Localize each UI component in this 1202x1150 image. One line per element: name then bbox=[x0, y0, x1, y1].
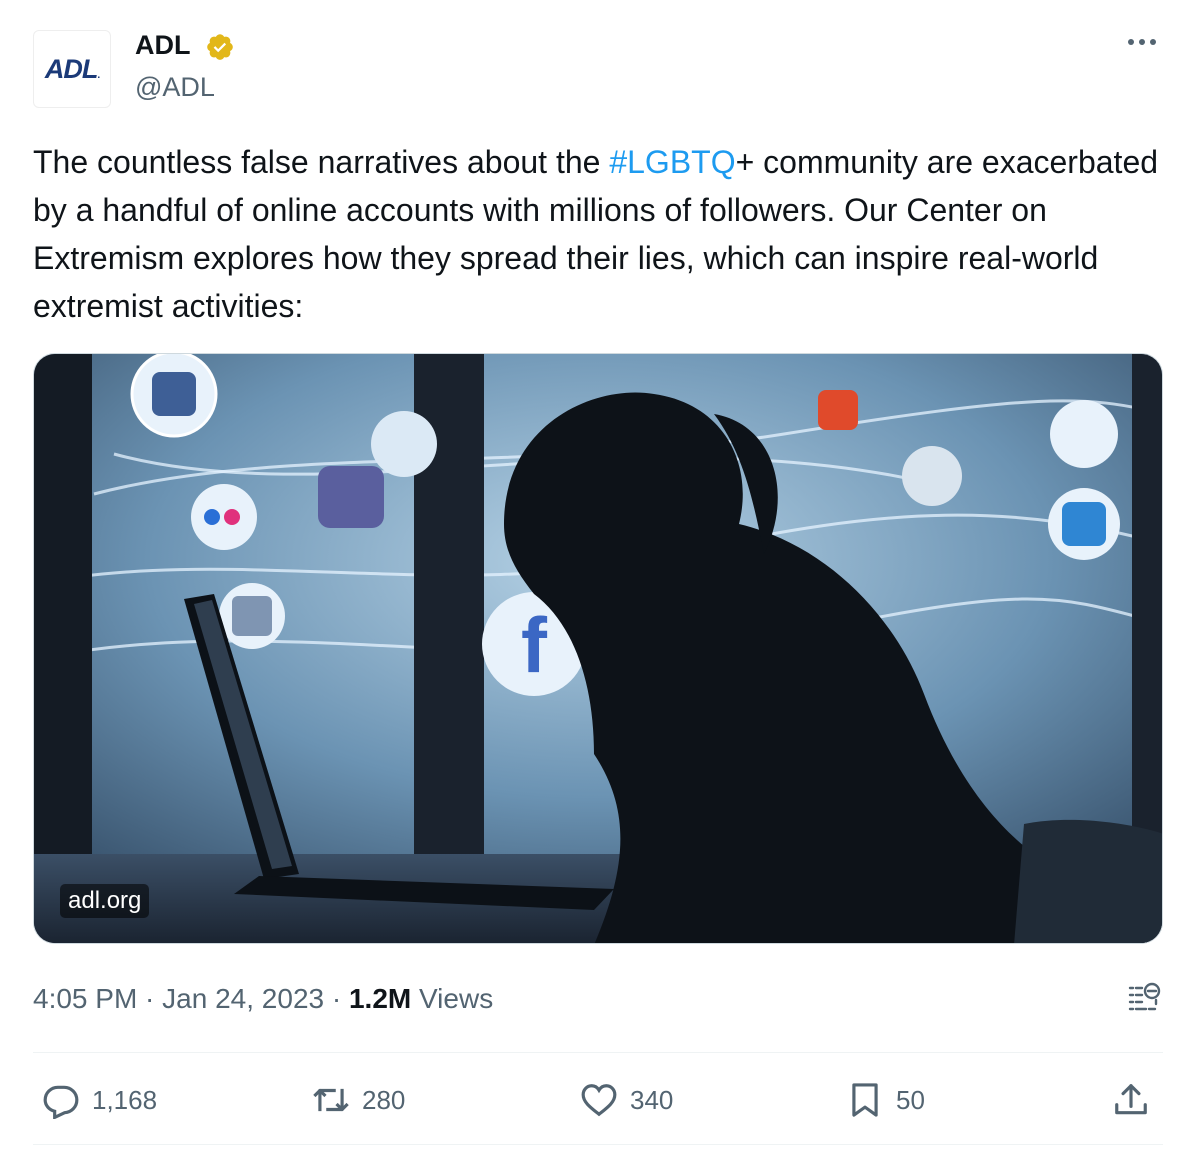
reply-button[interactable]: 1,168 bbox=[42, 1076, 157, 1124]
reply-icon bbox=[43, 1085, 79, 1119]
retweet-button[interactable]: 280 bbox=[312, 1076, 405, 1124]
share-button[interactable] bbox=[1112, 1076, 1150, 1124]
bookmark-count: 50 bbox=[896, 1084, 925, 1115]
tweet-date[interactable]: Jan 24, 2023 bbox=[162, 983, 324, 1014]
avatar-logo: ADL. bbox=[44, 53, 100, 84]
verified-badge-icon bbox=[207, 34, 233, 60]
hashtag-link[interactable]: #LGBTQ bbox=[609, 144, 735, 180]
bookmark-button[interactable]: 50 bbox=[846, 1076, 925, 1124]
tweet-meta: 4:05 PM · Jan 24, 2023 · 1.2M Views bbox=[33, 983, 493, 1015]
tweet-text: The countless false narratives about the… bbox=[33, 138, 1173, 330]
svg-text:f: f bbox=[521, 601, 548, 689]
link-domain-badge: adl.org bbox=[60, 884, 150, 918]
like-icon bbox=[581, 1084, 617, 1117]
display-name[interactable]: ADL bbox=[135, 30, 191, 61]
separator: · bbox=[324, 983, 349, 1014]
analytics-icon[interactable] bbox=[1124, 978, 1164, 1018]
like-button[interactable]: 340 bbox=[580, 1076, 673, 1124]
views-label: Views bbox=[411, 983, 494, 1014]
reply-count: 1,168 bbox=[92, 1084, 158, 1115]
like-count: 340 bbox=[630, 1084, 674, 1115]
retweet-count: 280 bbox=[362, 1084, 406, 1115]
tweet-text-before: The countless false narratives about the bbox=[33, 144, 610, 180]
more-icon[interactable] bbox=[1128, 32, 1164, 52]
views-count: 1.2M bbox=[348, 983, 412, 1014]
share-icon bbox=[1115, 1084, 1147, 1115]
divider bbox=[33, 1144, 1163, 1145]
handle[interactable]: @ADL bbox=[135, 72, 215, 103]
tweet-time[interactable]: 4:05 PM bbox=[33, 983, 137, 1014]
link-card-image[interactable]: f bbox=[33, 353, 1163, 944]
bookmark-icon bbox=[852, 1083, 878, 1117]
article-photo: f bbox=[34, 354, 1162, 943]
separator: · bbox=[137, 983, 163, 1014]
retweet-icon bbox=[313, 1088, 349, 1112]
divider bbox=[33, 1052, 1163, 1053]
avatar[interactable]: ADL. bbox=[33, 30, 111, 108]
